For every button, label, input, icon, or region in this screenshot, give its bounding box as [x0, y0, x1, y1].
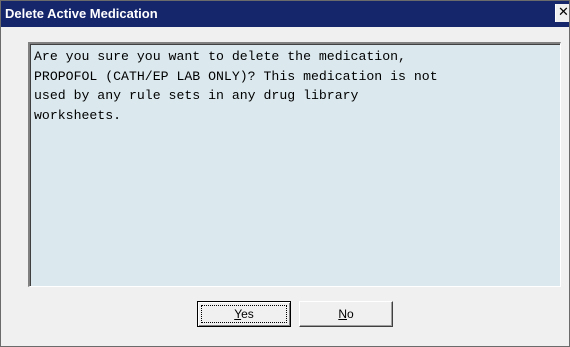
close-button[interactable]: ✕ [555, 4, 569, 22]
no-button-label: No [338, 307, 353, 321]
message-box: Are you sure you want to delete the medi… [28, 42, 561, 287]
no-accelerator: N [338, 307, 347, 321]
yes-label-rest: es [241, 307, 254, 321]
confirmation-message: Are you sure you want to delete the medi… [34, 49, 438, 123]
dialog-title: Delete Active Medication [5, 6, 158, 21]
delete-medication-dialog: Delete Active Medication ✕ Are you sure … [0, 0, 570, 347]
no-label-rest: o [346, 307, 354, 321]
dialog-titlebar[interactable]: Delete Active Medication ✕ [1, 1, 569, 27]
close-icon: ✕ [558, 5, 569, 20]
yes-button[interactable]: Yes [197, 301, 291, 327]
yes-button-label: Yes [234, 307, 254, 321]
no-button[interactable]: No [299, 301, 393, 327]
